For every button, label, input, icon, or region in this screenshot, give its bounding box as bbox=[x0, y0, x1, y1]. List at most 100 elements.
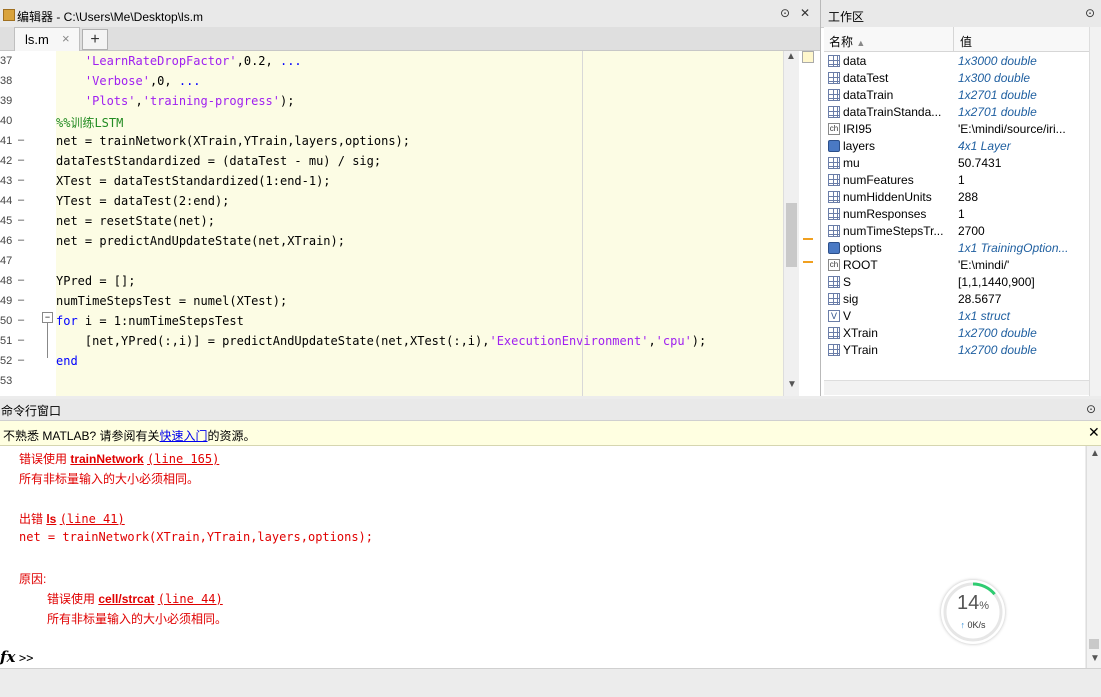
scroll-thumb[interactable] bbox=[1089, 639, 1099, 649]
char-variable-icon: ch bbox=[828, 123, 840, 135]
breakpoint-marker[interactable]: – bbox=[18, 194, 24, 206]
line-number: 41 bbox=[0, 135, 13, 147]
scroll-thumb[interactable] bbox=[786, 203, 797, 267]
code-line[interactable]: net = predictAndUpdateState(net,XTrain); bbox=[56, 234, 345, 248]
column-name-header[interactable]: 名称 ▲ bbox=[829, 33, 865, 50]
code-area[interactable]: 'LearnRateDropFactor',0.2, ... 'Verbose'… bbox=[56, 51, 783, 396]
code-line[interactable]: 'LearnRateDropFactor',0.2, ... bbox=[56, 54, 302, 68]
error-func-link[interactable]: trainNetwork bbox=[70, 452, 143, 466]
close-notice-icon[interactable]: ✕ bbox=[1088, 424, 1100, 441]
breakpoint-marker[interactable]: – bbox=[18, 174, 24, 186]
error-func-link[interactable]: ls bbox=[46, 512, 56, 526]
scroll-down-icon[interactable]: ▼ bbox=[1090, 653, 1100, 664]
editor-tabbar: ls.m × + bbox=[0, 27, 820, 51]
code-line[interactable]: dataTestStandardized = (dataTest - mu) /… bbox=[56, 154, 381, 168]
error-line-link[interactable]: (line 41) bbox=[60, 512, 125, 526]
workspace-variable-row[interactable]: numFeatures 1 bbox=[824, 172, 1089, 189]
right-margin-line bbox=[582, 51, 583, 396]
network-speed-widget[interactable]: 14% ↑ 0K/s bbox=[941, 580, 1005, 644]
error-line-link[interactable]: (line 165) bbox=[147, 452, 219, 466]
column-value-header[interactable]: 值 bbox=[960, 33, 972, 50]
breakpoint-marker[interactable]: – bbox=[18, 314, 24, 326]
workspace-variable-row[interactable]: ch ROOT 'E:\mindi/' bbox=[824, 257, 1089, 274]
variable-name: data bbox=[843, 54, 867, 68]
command-window[interactable]: 错误使用 trainNetwork (line 165) 所有非标量输入的大小必… bbox=[15, 446, 1085, 668]
workspace-variable-row[interactable]: numTimeStepsTr... 2700 bbox=[824, 223, 1089, 240]
char-variable-icon: ch bbox=[828, 259, 840, 271]
workspace-variable-row[interactable]: ch IRI95 'E:\mindi/source/iri... bbox=[824, 121, 1089, 138]
workspace-variable-row[interactable]: dataTrain 1x2701 double bbox=[824, 87, 1089, 104]
panel-menu-icon[interactable]: ⊙ bbox=[1083, 6, 1097, 20]
variable-value: 1x1 TrainingOption... bbox=[958, 241, 1069, 255]
code-line[interactable]: net = resetState(net); bbox=[56, 214, 215, 228]
scroll-up-icon[interactable]: ▲ bbox=[1090, 448, 1100, 459]
scroll-up-icon[interactable]: ▲ bbox=[786, 51, 796, 62]
variable-name: layers bbox=[843, 139, 876, 153]
breakpoint-marker[interactable]: – bbox=[18, 354, 24, 366]
tab-close-icon[interactable]: × bbox=[62, 31, 70, 46]
close-editor-icon[interactable]: ✕ bbox=[798, 6, 812, 20]
variable-value: 1x2701 double bbox=[958, 105, 1037, 119]
breakpoint-marker[interactable]: – bbox=[18, 214, 24, 226]
workspace-variable-row[interactable]: numHiddenUnits 288 bbox=[824, 189, 1089, 206]
code-line[interactable]: XTest = dataTestStandardized(1:end-1); bbox=[56, 174, 331, 188]
code-line[interactable]: YTest = dataTest(2:end); bbox=[56, 194, 229, 208]
breakpoint-marker[interactable]: – bbox=[18, 334, 24, 346]
error-func-link[interactable]: cell/strcat bbox=[98, 592, 154, 606]
workspace-title: 工作区 bbox=[828, 10, 865, 24]
getting-started-notice: 不熟悉 MATLAB? 请参阅有关快速入门的资源。 ✕ bbox=[0, 421, 1101, 446]
variable-value: 28.5677 bbox=[958, 292, 1002, 306]
getting-started-link[interactable]: 快速入门 bbox=[159, 429, 207, 443]
workspace-variable-row[interactable]: S [1,1,1440,900] bbox=[824, 274, 1089, 291]
workspace-variable-row[interactable]: mu 50.7431 bbox=[824, 155, 1089, 172]
workspace-variable-row[interactable]: numResponses 1 bbox=[824, 206, 1089, 223]
workspace-variable-row[interactable]: V V 1x1 struct bbox=[824, 308, 1089, 325]
workspace-variable-row[interactable]: options 1x1 TrainingOption... bbox=[824, 240, 1089, 257]
variable-value: 1x3000 double bbox=[958, 54, 1037, 68]
workspace-variable-row[interactable]: sig 28.5677 bbox=[824, 291, 1089, 308]
breakpoint-marker[interactable]: – bbox=[18, 134, 24, 146]
variable-value: 1x2700 double bbox=[958, 326, 1037, 340]
add-tab-button[interactable]: + bbox=[82, 29, 108, 50]
code-line[interactable]: net = trainNetwork(XTrain,YTrain,layers,… bbox=[56, 134, 410, 148]
breakpoint-marker[interactable]: – bbox=[18, 234, 24, 246]
workspace-variable-row[interactable]: dataTrainStanda... 1x2701 double bbox=[824, 104, 1089, 121]
variable-name: dataTrainStanda... bbox=[843, 105, 942, 119]
code-line[interactable]: [net,YPred(:,i)] = predictAndUpdateState… bbox=[56, 334, 706, 348]
breakpoint-marker[interactable]: – bbox=[18, 274, 24, 286]
workspace-variable-list: data 1x3000 double dataTest 1x300 double dat… bbox=[824, 53, 1089, 363]
editor-scrollbar[interactable]: ▲ ▼ bbox=[783, 51, 800, 396]
workspace-hscrollbar[interactable] bbox=[824, 380, 1089, 395]
code-line[interactable]: 'Plots','training-progress'); bbox=[56, 94, 295, 108]
breakpoint-marker[interactable]: – bbox=[18, 154, 24, 166]
command-window-titlebar: 命令行窗口 ⊙ bbox=[0, 399, 1101, 421]
scroll-down-icon[interactable]: ▼ bbox=[787, 379, 797, 390]
panel-menu-icon[interactable]: ⊙ bbox=[778, 6, 792, 20]
line-number: 42 bbox=[0, 155, 13, 167]
code-line[interactable]: %%训练LSTM bbox=[56, 114, 123, 131]
code-line[interactable]: numTimeStepsTest = numel(XTest); bbox=[56, 294, 287, 308]
analyzer-status-icon[interactable] bbox=[802, 51, 814, 63]
line-number: 53 bbox=[0, 375, 13, 387]
warning-marker[interactable] bbox=[803, 238, 813, 240]
line-number: 49 bbox=[0, 295, 13, 307]
workspace-variable-row[interactable]: layers 4x1 Layer bbox=[824, 138, 1089, 155]
workspace-variable-row[interactable]: data 1x3000 double bbox=[824, 53, 1089, 70]
function-browser-icon[interactable]: fx bbox=[0, 648, 15, 666]
workspace-variable-row[interactable]: dataTest 1x300 double bbox=[824, 70, 1089, 87]
workspace-scrollbar[interactable] bbox=[1089, 27, 1101, 396]
command-scrollbar[interactable]: ▲ ▼ bbox=[1086, 446, 1101, 668]
workspace-variable-row[interactable]: YTrain 1x2700 double bbox=[824, 342, 1089, 359]
tab-ls-m[interactable]: ls.m × bbox=[14, 27, 80, 51]
error-line-link[interactable]: (line 44) bbox=[158, 592, 223, 606]
breakpoint-marker[interactable]: – bbox=[18, 294, 24, 306]
warning-marker[interactable] bbox=[803, 261, 813, 263]
command-prompt[interactable]: >> bbox=[19, 651, 33, 665]
code-line[interactable]: for i = 1:numTimeStepsTest bbox=[56, 314, 244, 328]
variable-value: 'E:\mindi/source/iri... bbox=[958, 122, 1066, 136]
code-line[interactable]: YPred = []; bbox=[56, 274, 135, 288]
code-line[interactable]: end bbox=[56, 354, 78, 368]
workspace-variable-row[interactable]: XTrain 1x2700 double bbox=[824, 325, 1089, 342]
code-line[interactable]: 'Verbose',0, ... bbox=[56, 74, 201, 88]
panel-menu-icon[interactable]: ⊙ bbox=[1084, 402, 1098, 416]
